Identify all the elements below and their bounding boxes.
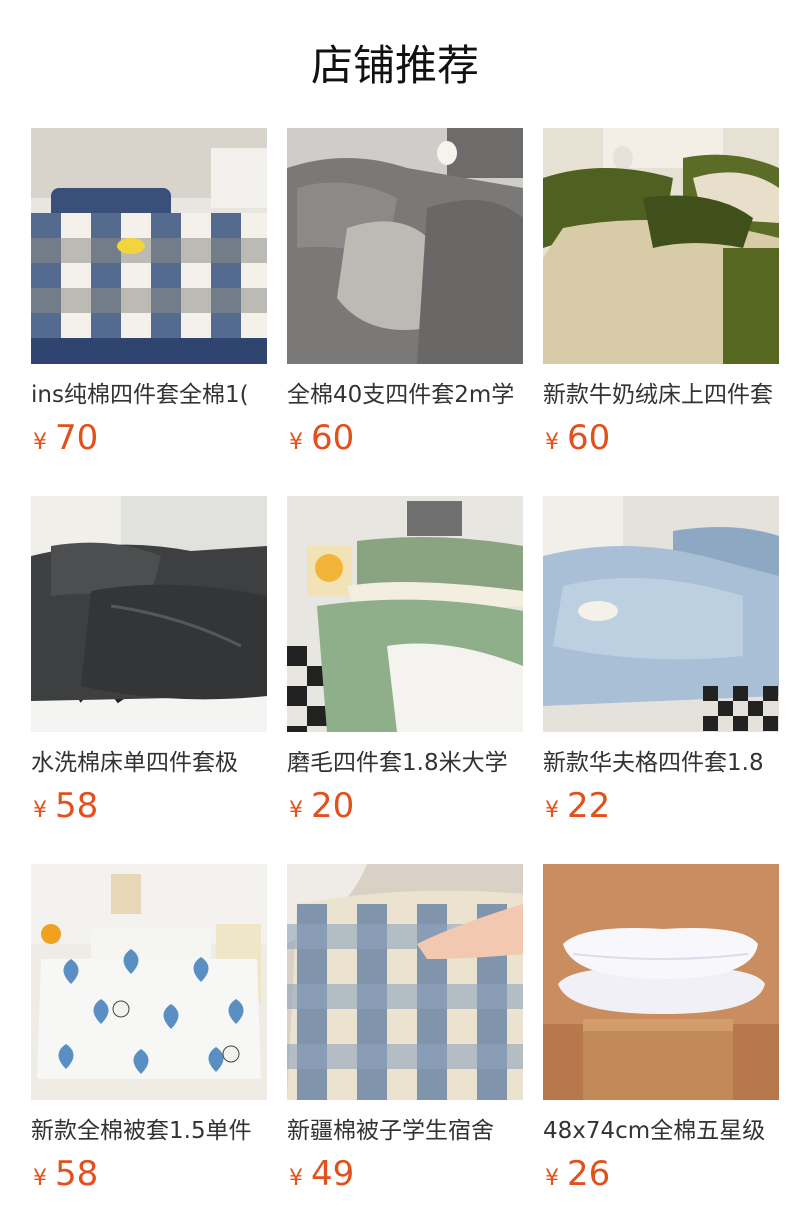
product-name: 新款全棉被套1.5单件: [31, 1118, 252, 1144]
product-price: ¥60: [545, 416, 610, 460]
currency-symbol: ¥: [33, 1166, 47, 1191]
product-name: ins纯棉四件套全棉1(: [31, 382, 249, 408]
white-pillows-image[interactable]: [543, 864, 779, 1100]
price-value: 22: [567, 786, 611, 826]
gray-bedding-image[interactable]: [287, 128, 523, 364]
price-value: 58: [55, 1154, 99, 1194]
product-price: ¥70: [33, 416, 98, 460]
product-card-1[interactable]: 全棉40支四件套2m学 ¥60: [287, 128, 523, 468]
currency-symbol: ¥: [545, 798, 559, 823]
currency-symbol: ¥: [33, 430, 47, 455]
currency-symbol: ¥: [33, 798, 47, 823]
product-card-7[interactable]: 新疆棉被子学生宿舍 ¥49: [287, 864, 523, 1204]
light-blue-waffle-bedding-image[interactable]: [543, 496, 779, 732]
currency-symbol: ¥: [289, 1166, 303, 1191]
price-value: 49: [311, 1154, 355, 1194]
charcoal-bedding-image[interactable]: [31, 496, 267, 732]
price-value: 20: [311, 786, 355, 826]
product-name: 48x74cm全棉五星级: [543, 1118, 766, 1144]
price-value: 58: [55, 786, 99, 826]
product-price: ¥49: [289, 1152, 354, 1196]
currency-symbol: ¥: [545, 1166, 559, 1191]
product-name: 磨毛四件套1.8米大学: [287, 750, 508, 776]
product-price: ¥22: [545, 784, 610, 828]
product-name: 新款牛奶绒床上四件套: [543, 382, 773, 408]
product-card-6[interactable]: 新款全棉被套1.5单件 ¥58: [31, 864, 267, 1204]
price-value: 26: [567, 1154, 611, 1194]
currency-symbol: ¥: [289, 798, 303, 823]
price-value: 70: [55, 418, 99, 458]
product-name: 新款华夫格四件套1.8: [543, 750, 764, 776]
product-price: ¥20: [289, 784, 354, 828]
price-value: 60: [311, 418, 355, 458]
product-price: ¥58: [33, 1152, 98, 1196]
plaid-quilt-image[interactable]: [287, 864, 523, 1100]
price-value: 60: [567, 418, 611, 458]
product-price: ¥58: [33, 784, 98, 828]
currency-symbol: ¥: [289, 430, 303, 455]
sage-green-bedding-image[interactable]: [287, 496, 523, 732]
product-card-3[interactable]: 水洗棉床单四件套极 ¥58: [31, 496, 267, 836]
product-card-4[interactable]: 磨毛四件套1.8米大学 ¥20: [287, 496, 523, 836]
section-title: 店铺推荐: [310, 41, 479, 90]
product-price: ¥60: [289, 416, 354, 460]
product-name: 新疆棉被子学生宿舍: [287, 1118, 494, 1144]
product-card-0[interactable]: ins纯棉四件套全棉1( ¥70: [31, 128, 267, 468]
olive-velvet-bedding-image[interactable]: [543, 128, 779, 364]
product-name: 全棉40支四件套2m学: [287, 382, 515, 408]
product-card-2[interactable]: 新款牛奶绒床上四件套 ¥60: [543, 128, 779, 468]
heart-print-duvet-image[interactable]: [31, 864, 267, 1100]
product-card-5[interactable]: 新款华夫格四件套1.8 ¥22: [543, 496, 779, 836]
product-price: ¥26: [545, 1152, 610, 1196]
product-card-8[interactable]: 48x74cm全棉五星级 ¥26: [543, 864, 779, 1204]
product-name: 水洗棉床单四件套极: [31, 750, 238, 776]
currency-symbol: ¥: [545, 430, 559, 455]
blue-checkered-bedding-image[interactable]: [31, 128, 267, 364]
